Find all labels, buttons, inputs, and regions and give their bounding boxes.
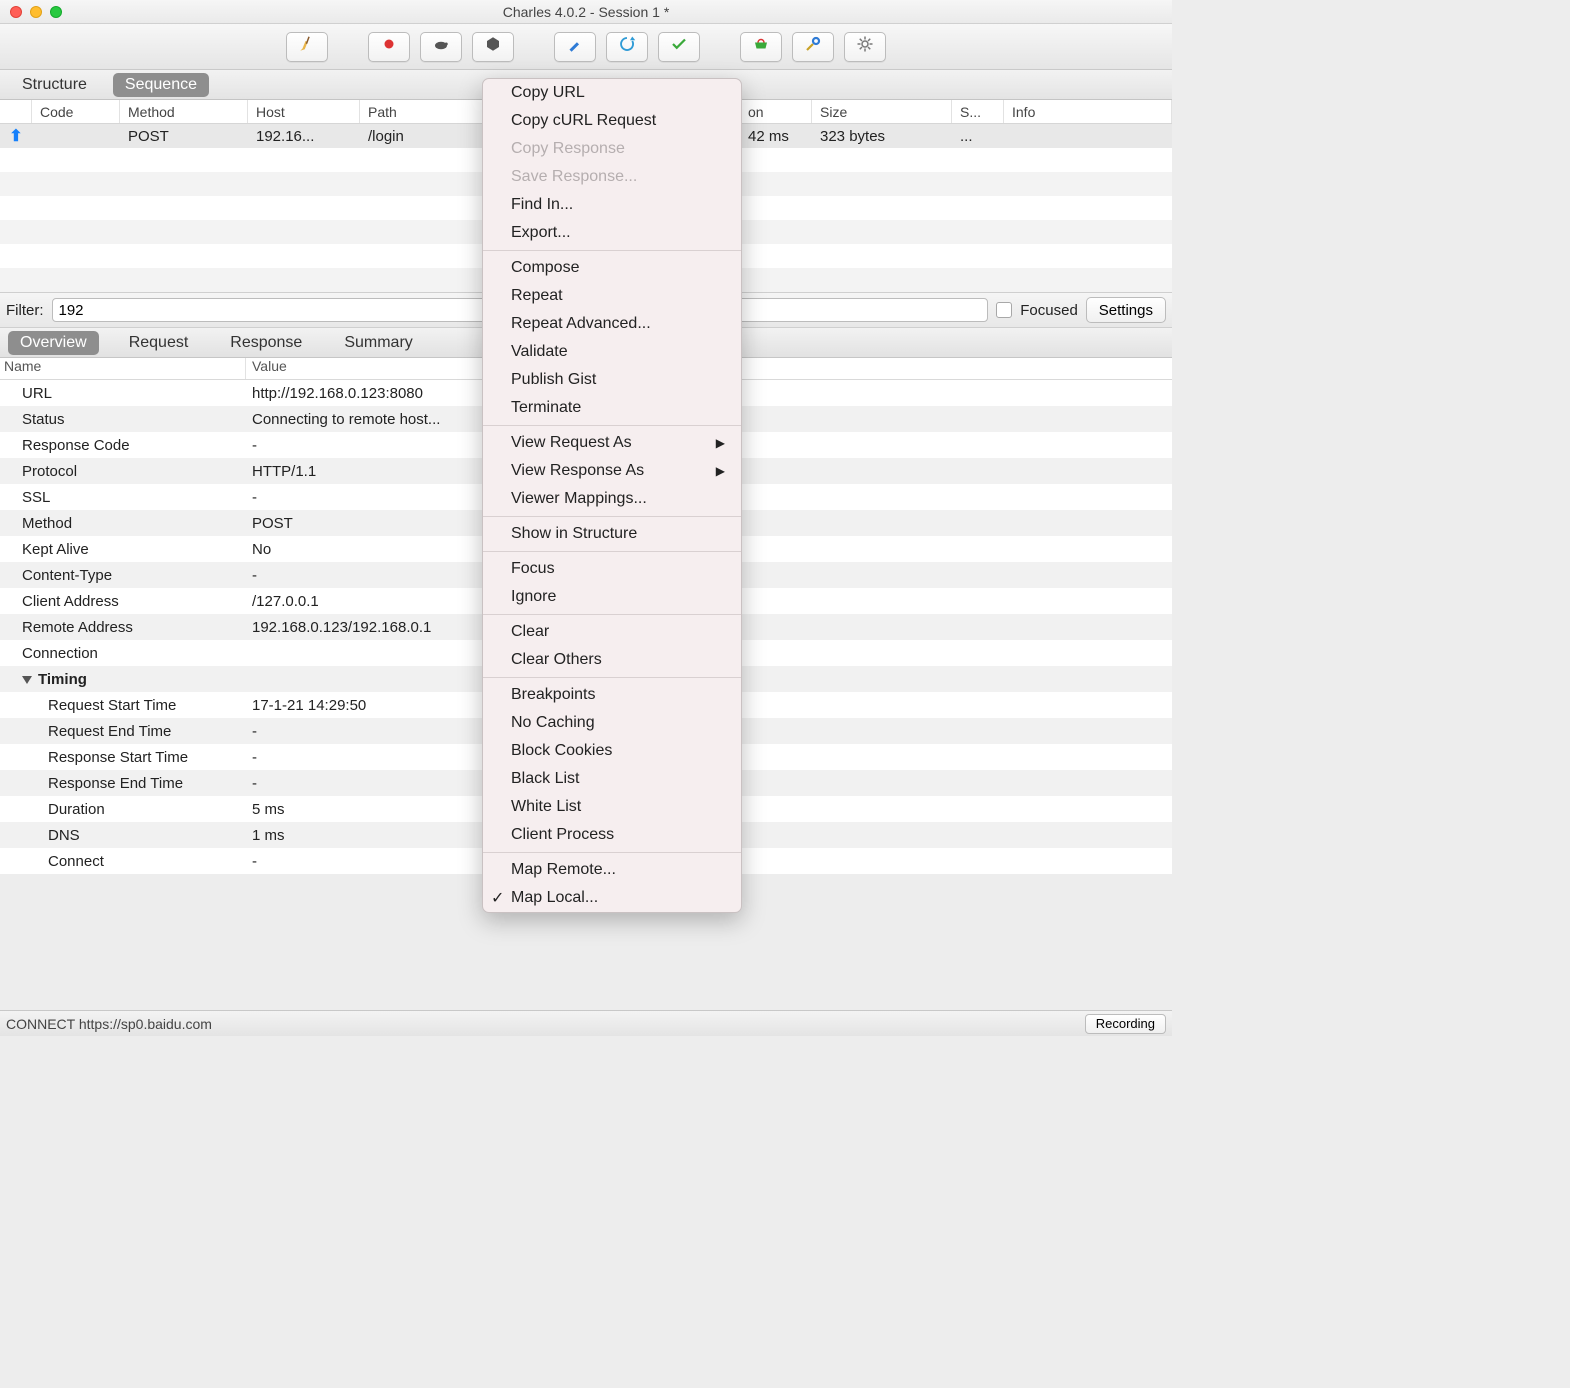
record-icon <box>380 35 398 58</box>
broom-button[interactable] <box>286 32 328 62</box>
check-icon <box>670 35 688 58</box>
status-text: CONNECT https://sp0.baidu.com <box>6 1016 212 1032</box>
toolbar <box>0 24 1172 70</box>
compose-button[interactable] <box>554 32 596 62</box>
throttle-button[interactable] <box>420 32 462 62</box>
filter-label: Filter: <box>6 302 44 319</box>
settings-button[interactable] <box>844 32 886 62</box>
ctx-find-in[interactable]: Find In... <box>483 191 741 219</box>
ctx-copy-curl[interactable]: Copy cURL Request <box>483 107 741 135</box>
window-title: Charles 4.0.2 - Session 1 * <box>0 4 1172 20</box>
ctx-breakpoints[interactable]: Breakpoints <box>483 681 741 709</box>
recording-button[interactable]: Recording <box>1085 1014 1166 1034</box>
tools-icon <box>804 35 822 58</box>
ctx-show-in-structure[interactable]: Show in Structure <box>483 520 741 548</box>
ctx-view-request-as[interactable]: View Request As▶ <box>483 429 741 457</box>
tab-sequence[interactable]: Sequence <box>113 73 209 97</box>
hexagon-icon <box>484 35 502 58</box>
ctx-save-response: Save Response... <box>483 163 741 191</box>
tab-response[interactable]: Response <box>218 331 314 355</box>
tools-button-2[interactable] <box>792 32 834 62</box>
ctx-block-cookies[interactable]: Block Cookies <box>483 737 741 765</box>
col-size[interactable]: Size <box>812 100 952 123</box>
ctx-copy-response: Copy Response <box>483 135 741 163</box>
col-duration[interactable]: on <box>740 100 812 123</box>
ctx-ignore[interactable]: Ignore <box>483 583 741 611</box>
cell-duration: 42 ms <box>740 128 812 145</box>
breakpoints-button[interactable] <box>472 32 514 62</box>
cell-s: ... <box>952 128 1004 145</box>
col-status[interactable]: S... <box>952 100 1004 123</box>
ctx-clear-others[interactable]: Clear Others <box>483 646 741 674</box>
ctx-export[interactable]: Export... <box>483 219 741 247</box>
focused-checkbox[interactable] <box>996 302 1012 318</box>
ctx-clear[interactable]: Clear <box>483 618 741 646</box>
cell-host: 192.16... <box>248 128 360 145</box>
ctx-separator <box>483 516 741 517</box>
submenu-arrow-icon: ▶ <box>716 464 725 478</box>
context-menu: Copy URL Copy cURL Request Copy Response… <box>482 78 742 913</box>
record-button[interactable] <box>368 32 410 62</box>
basket-icon <box>752 35 770 58</box>
cell-method: POST <box>120 128 248 145</box>
col-info[interactable]: Info <box>1004 100 1172 123</box>
tab-overview[interactable]: Overview <box>8 331 99 355</box>
ctx-separator <box>483 551 741 552</box>
gear-icon <box>856 35 874 58</box>
ctx-repeat-advanced[interactable]: Repeat Advanced... <box>483 310 741 338</box>
broom-icon <box>298 35 316 58</box>
ctx-view-response-as[interactable]: View Response As▶ <box>483 457 741 485</box>
ctx-separator <box>483 250 741 251</box>
cell-size: 323 bytes <box>812 128 952 145</box>
ctx-map-local[interactable]: ✓Map Local... <box>483 884 741 912</box>
ctx-focus[interactable]: Focus <box>483 555 741 583</box>
check-icon: ✓ <box>491 888 504 908</box>
col-code[interactable]: Code <box>32 100 120 123</box>
ctx-repeat[interactable]: Repeat <box>483 282 741 310</box>
tools-button-1[interactable] <box>740 32 782 62</box>
ctx-black-list[interactable]: Black List <box>483 765 741 793</box>
col-arrow[interactable] <box>0 100 32 123</box>
timing-label: Timing <box>38 671 87 688</box>
ctx-separator <box>483 425 741 426</box>
ctx-separator <box>483 677 741 678</box>
focused-label: Focused <box>1020 302 1078 319</box>
tab-request[interactable]: Request <box>117 331 201 355</box>
disclosure-triangle-icon[interactable] <box>22 676 32 684</box>
status-bar: CONNECT https://sp0.baidu.com Recording <box>0 1010 1172 1036</box>
ctx-no-caching[interactable]: No Caching <box>483 709 741 737</box>
ctx-separator <box>483 852 741 853</box>
validate-button[interactable] <box>658 32 700 62</box>
ctx-publish-gist[interactable]: Publish Gist <box>483 366 741 394</box>
pencil-icon <box>566 35 584 58</box>
turtle-icon <box>432 35 450 58</box>
tab-structure[interactable]: Structure <box>10 73 99 97</box>
filter-settings-button[interactable]: Settings <box>1086 297 1166 323</box>
ctx-separator <box>483 614 741 615</box>
nv-name-col[interactable]: Name <box>0 358 246 379</box>
repeat-button[interactable] <box>606 32 648 62</box>
title-bar: Charles 4.0.2 - Session 1 * <box>0 0 1172 24</box>
ctx-copy-url[interactable]: Copy URL <box>483 79 741 107</box>
ctx-compose[interactable]: Compose <box>483 254 741 282</box>
refresh-icon <box>618 35 636 58</box>
ctx-validate[interactable]: Validate <box>483 338 741 366</box>
ctx-terminate[interactable]: Terminate <box>483 394 741 422</box>
tab-summary[interactable]: Summary <box>332 331 424 355</box>
col-method[interactable]: Method <box>120 100 248 123</box>
ctx-viewer-mappings[interactable]: Viewer Mappings... <box>483 485 741 513</box>
ctx-client-process[interactable]: Client Process <box>483 821 741 849</box>
submenu-arrow-icon: ▶ <box>716 436 725 450</box>
col-host[interactable]: Host <box>248 100 360 123</box>
upload-arrow-icon: ⬆ <box>9 126 22 146</box>
ctx-map-remote[interactable]: Map Remote... <box>483 856 741 884</box>
ctx-white-list[interactable]: White List <box>483 793 741 821</box>
